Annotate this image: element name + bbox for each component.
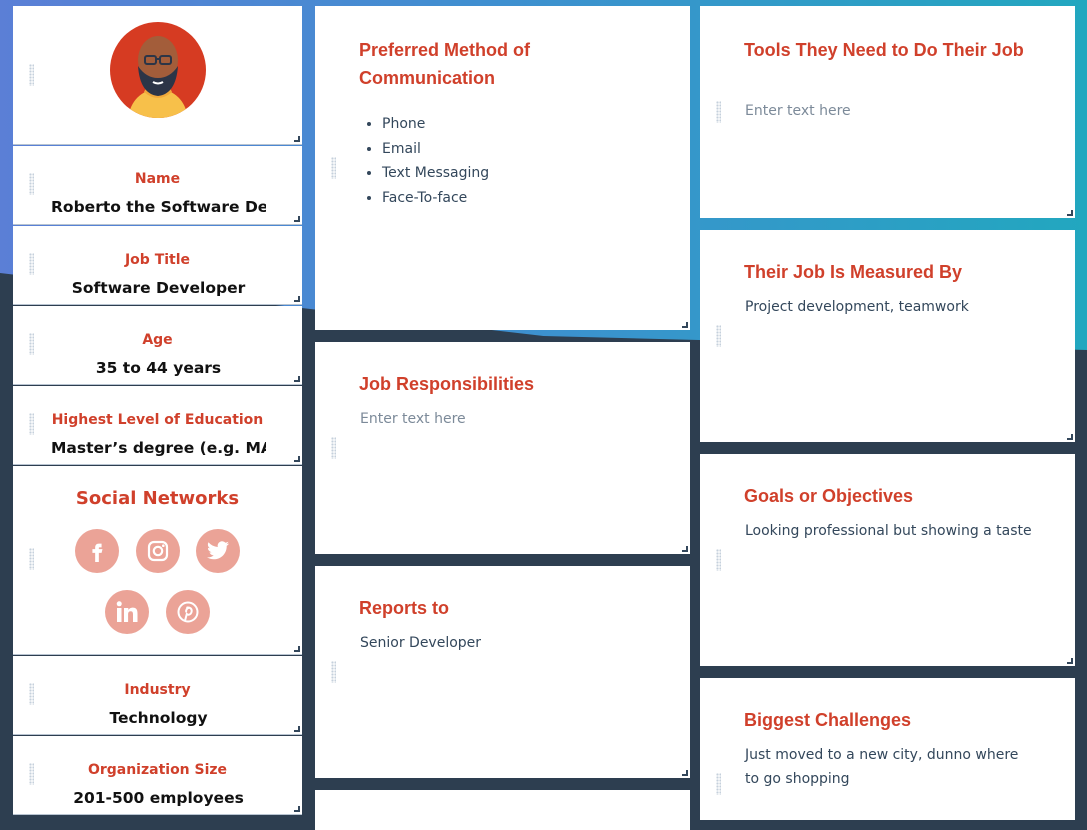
education-field-card[interactable]: Highest Level of Education Master’s degr… <box>13 386 302 465</box>
resize-handle-icon[interactable] <box>682 322 688 328</box>
linkedin-icon[interactable] <box>105 590 149 634</box>
measured-by-card[interactable]: Their Job Is Measured By Project develop… <box>700 230 1075 442</box>
avatar <box>110 22 206 118</box>
age-label: Age <box>142 332 173 348</box>
list-item: Phone <box>382 112 489 137</box>
organization-size-value[interactable]: 201-500 employees <box>51 789 266 807</box>
goals-text[interactable]: Looking professional but showing a taste <box>745 519 1035 543</box>
drag-handle-icon[interactable] <box>716 549 721 571</box>
facebook-icon[interactable] <box>75 529 119 573</box>
tools-title: Tools They Need to Do Their Job <box>744 40 1024 60</box>
industry-label: Industry <box>124 682 191 698</box>
list-item: Email <box>382 137 489 162</box>
education-label: Highest Level of Education <box>51 412 264 428</box>
drag-handle-icon[interactable] <box>331 437 336 459</box>
communication-title: Preferred Method of Communication <box>359 40 531 88</box>
next-card[interactable] <box>315 790 690 830</box>
avatar-card[interactable] <box>13 6 302 145</box>
list-item: Text Messaging <box>382 161 489 186</box>
reports-to-card[interactable]: Reports to Senior Developer <box>315 566 690 778</box>
industry-value[interactable]: Technology <box>51 709 266 727</box>
reports-to-text[interactable]: Senior Developer <box>360 631 650 655</box>
education-value[interactable]: Master’s degree (e.g. MA, MS, MEng, MBA) <box>51 439 266 457</box>
communication-card[interactable]: Preferred Method of Communication Phone … <box>315 6 690 330</box>
resize-handle-icon[interactable] <box>294 376 300 382</box>
resize-handle-icon[interactable] <box>294 806 300 812</box>
resize-handle-icon[interactable] <box>294 456 300 462</box>
social-networks-card[interactable]: Social Networks <box>13 466 302 655</box>
name-value[interactable]: Roberto the Software Developer <box>51 198 266 216</box>
goals-card[interactable]: Goals or Objectives Looking professional… <box>700 454 1075 666</box>
resize-handle-icon[interactable] <box>1067 210 1073 216</box>
drag-handle-icon[interactable] <box>331 661 336 683</box>
drag-handle-icon[interactable] <box>716 101 721 123</box>
measured-by-text[interactable]: Project development, teamwork <box>745 295 1035 319</box>
name-field-card[interactable]: Name Roberto the Software Developer <box>13 146 302 225</box>
resize-handle-icon[interactable] <box>1067 658 1073 664</box>
resize-handle-icon[interactable] <box>294 136 300 142</box>
reports-to-title: Reports to <box>359 598 449 618</box>
job-title-field-card[interactable]: Job Title Software Developer <box>13 226 302 305</box>
age-value[interactable]: 35 to 44 years <box>51 359 266 377</box>
job-title-value[interactable]: Software Developer <box>51 279 266 297</box>
communication-list[interactable]: Phone Email Text Messaging Face-To-face <box>360 112 489 210</box>
goals-title: Goals or Objectives <box>744 486 914 506</box>
job-title-label: Job Title <box>124 252 191 268</box>
instagram-icon[interactable] <box>136 529 180 573</box>
responsibilities-title: Job Responsibilities <box>359 374 535 394</box>
organization-size-label: Organization Size <box>87 762 228 778</box>
name-label: Name <box>134 171 181 187</box>
drag-handle-icon[interactable] <box>331 157 336 179</box>
resize-handle-icon[interactable] <box>1067 434 1073 440</box>
drag-handle-icon[interactable] <box>716 325 721 347</box>
resize-handle-icon[interactable] <box>294 296 300 302</box>
industry-field-card[interactable]: Industry Technology <box>13 656 302 735</box>
pinterest-icon[interactable] <box>166 590 210 634</box>
resize-handle-icon[interactable] <box>682 546 688 552</box>
tools-card[interactable]: Tools They Need to Do Their Job Enter te… <box>700 6 1075 218</box>
age-field-card[interactable]: Age 35 to 44 years <box>13 306 302 385</box>
social-networks-title: Social Networks <box>75 488 240 509</box>
resize-handle-icon[interactable] <box>294 216 300 222</box>
tools-text[interactable]: Enter text here <box>745 99 1035 123</box>
resize-handle-icon[interactable] <box>682 770 688 776</box>
measured-by-title: Their Job Is Measured By <box>744 262 963 282</box>
challenges-card[interactable]: Biggest Challenges Just moved to a new c… <box>700 678 1075 820</box>
list-item: Face-To-face <box>382 186 489 211</box>
resize-handle-icon[interactable] <box>294 726 300 732</box>
organization-size-field-card[interactable]: Organization Size 201-500 employees <box>13 736 302 815</box>
person-illustration-icon <box>128 36 188 118</box>
challenges-text[interactable]: Just moved to a new city, dunno where to… <box>745 743 1035 791</box>
responsibilities-card[interactable]: Job Responsibilities Enter text here <box>315 342 690 554</box>
twitter-icon[interactable] <box>196 529 240 573</box>
drag-handle-icon[interactable] <box>29 64 34 86</box>
responsibilities-text[interactable]: Enter text here <box>360 407 650 431</box>
drag-handle-icon[interactable] <box>29 548 34 570</box>
drag-handle-icon[interactable] <box>716 773 721 795</box>
challenges-title: Biggest Challenges <box>744 710 912 730</box>
resize-handle-icon[interactable] <box>294 646 300 652</box>
